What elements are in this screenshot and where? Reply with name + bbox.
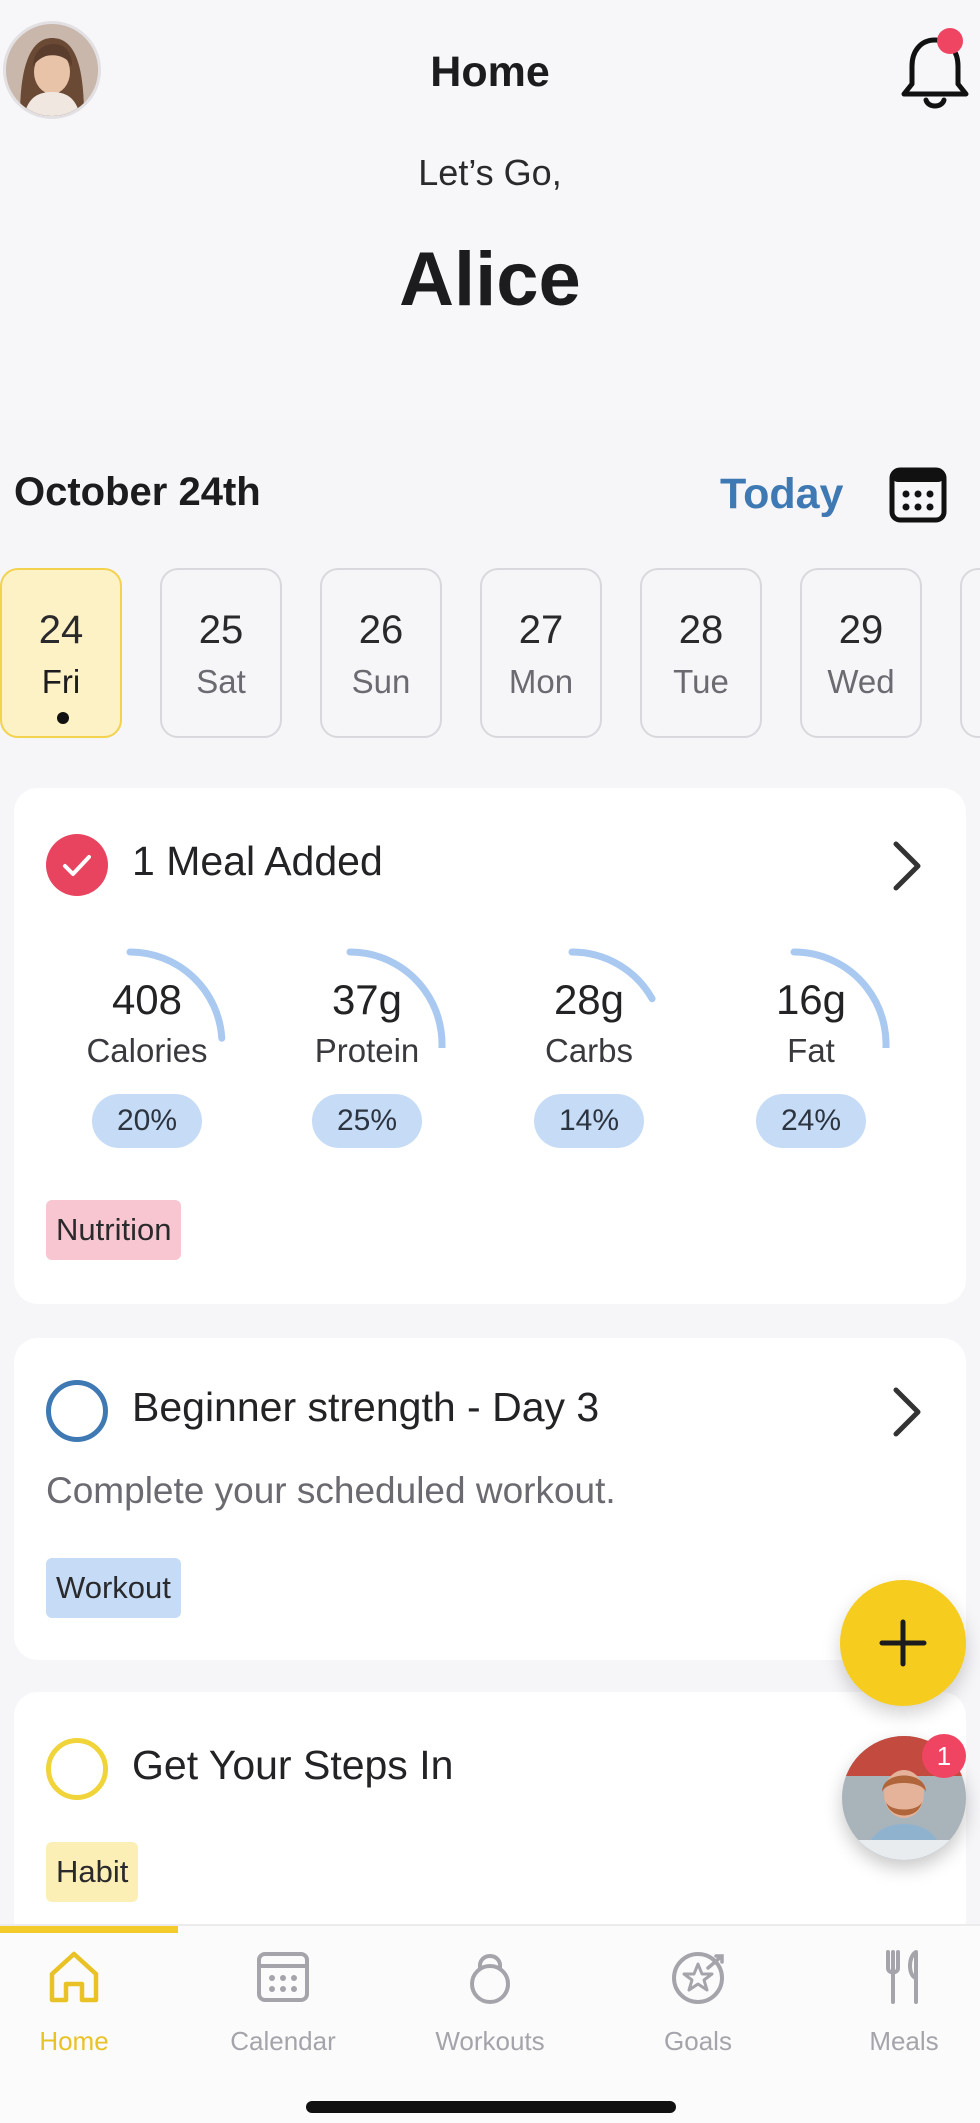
tab-home[interactable]: Home <box>0 1946 172 2066</box>
goal-target-icon <box>672 1952 724 2004</box>
tab-workouts[interactable]: Workouts <box>392 1946 588 2066</box>
meal-card-title: 1 Meal Added <box>132 838 383 884</box>
macro-fat: 16g Fat 24% <box>706 928 916 1168</box>
habit-tag: Habit <box>46 1842 139 1902</box>
habit-card[interactable]: Get Your Steps In Habit <box>14 1692 966 1942</box>
macro-percent-badge: 20% <box>92 1094 202 1148</box>
meal-complete-indicator <box>46 834 108 896</box>
activity-dot <box>57 712 69 724</box>
check-icon <box>63 855 91 876</box>
day-weekday: Sun <box>351 663 411 700</box>
day-chip-28[interactable]: 28 Tue <box>640 568 762 738</box>
day-chip-26[interactable]: 26 Sun <box>320 568 442 738</box>
day-weekday: Wed <box>827 663 895 700</box>
macro-protein: 37g Protein 25% <box>262 928 472 1168</box>
home-indicator <box>306 2101 676 2113</box>
nutrition-tag: Nutrition <box>46 1200 182 1260</box>
tab-label: Calendar <box>230 2026 336 2056</box>
day-chip-25[interactable]: 25 Sat <box>160 568 282 738</box>
macro-calories: 408 Calories 20% <box>42 928 252 1168</box>
greeting-text: Let’s Go, <box>418 152 562 193</box>
workout-status-circle[interactable] <box>46 1380 108 1442</box>
macro-value: 28g <box>553 976 625 1023</box>
add-button[interactable] <box>840 1580 966 1706</box>
day-chip-next[interactable] <box>960 568 980 738</box>
habit-status-circle[interactable] <box>46 1738 108 1800</box>
today-button[interactable]: Today <box>720 470 843 519</box>
page-title: Home <box>430 48 550 96</box>
fork-knife-icon <box>886 1950 918 2004</box>
kettlebell-icon <box>470 1954 510 2004</box>
chevron-right-icon[interactable] <box>886 838 926 894</box>
header: Home Let’s Go, Alice <box>0 0 980 420</box>
day-strip: 24 Fri 25 Sat 26 Sun 27 Mon 28 Tue 29 We… <box>0 568 980 740</box>
macro-value: 37g <box>331 976 403 1023</box>
bottom-tab-bar: Home Calendar Workouts Goals Meals <box>0 1924 980 2123</box>
tab-label: Workouts <box>435 2026 545 2056</box>
day-chip-27[interactable]: 27 Mon <box>480 568 602 738</box>
active-tab-indicator <box>0 1926 178 1933</box>
day-weekday: Mon <box>508 663 574 700</box>
workout-card[interactable]: Beginner strength - Day 3 Complete your … <box>14 1338 966 1660</box>
plus-icon <box>879 1619 927 1667</box>
workout-card-title: Beginner strength - Day 3 <box>132 1384 600 1430</box>
macro-percent-badge: 14% <box>534 1094 644 1148</box>
day-weekday: Tue <box>673 663 729 700</box>
calendar-icon <box>889 467 947 523</box>
day-number: 24 <box>38 608 84 652</box>
coach-message-badge: 1 <box>922 1734 966 1778</box>
meal-card[interactable]: 1 Meal Added 408 Calories 20% 37g Protei… <box>14 788 966 1304</box>
tab-meals[interactable]: Meals <box>806 1946 980 2066</box>
chevron-right-icon[interactable] <box>886 1384 926 1440</box>
macro-value: 16g <box>775 976 847 1023</box>
calendar-picker-button[interactable] <box>888 466 948 524</box>
macro-percent-badge: 24% <box>756 1094 866 1148</box>
macro-label: Carbs <box>544 1032 634 1069</box>
workout-card-subtitle: Complete your scheduled workout. <box>46 1470 616 1511</box>
macro-label: Fat <box>787 1032 835 1069</box>
macro-value: 408 <box>111 976 183 1023</box>
day-weekday: Sat <box>196 663 246 700</box>
user-name: Alice <box>399 237 581 322</box>
tab-calendar[interactable]: Calendar <box>185 1946 381 2066</box>
day-number: 27 <box>518 608 564 652</box>
notification-badge <box>937 28 963 54</box>
macro-percent-badge: 25% <box>312 1094 422 1148</box>
habit-card-title: Get Your Steps In <box>132 1742 454 1788</box>
tab-goals[interactable]: Goals <box>600 1946 796 2066</box>
day-number: 25 <box>198 608 244 652</box>
tab-label: Home <box>39 2026 109 2056</box>
macro-label: Protein <box>314 1032 420 1069</box>
macro-carbs: 28g Carbs 14% <box>484 928 694 1168</box>
calendar-icon <box>257 1952 309 2002</box>
day-chip-29[interactable]: 29 Wed <box>800 568 922 738</box>
home-icon <box>49 1951 99 2003</box>
tab-label: Goals <box>664 2026 732 2056</box>
tab-label: Meals <box>869 2026 939 2056</box>
day-weekday: Fri <box>41 663 81 700</box>
selected-date-label: October 24th <box>14 470 261 514</box>
workout-tag: Workout <box>46 1558 181 1618</box>
day-number: 26 <box>358 608 404 652</box>
day-number: 28 <box>678 608 724 652</box>
day-number: 29 <box>838 608 884 652</box>
day-chip-24[interactable]: 24 Fri <box>0 568 122 738</box>
macro-label: Calories <box>86 1032 208 1069</box>
